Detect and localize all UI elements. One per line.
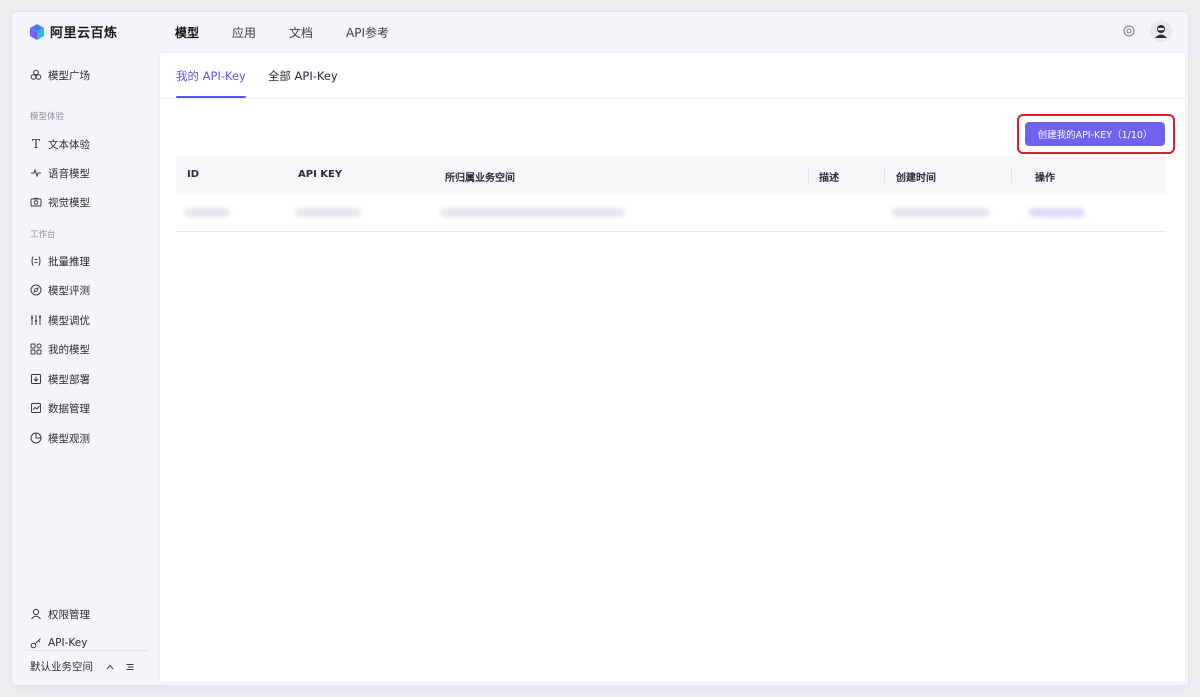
batch-icon [30,255,42,267]
topnav-docs[interactable]: 文档 [289,24,313,41]
user-icon [30,608,42,620]
sidebar-item-label: 文本体验 [48,138,90,151]
column-header-description: 描述 [819,173,839,184]
workspace-name: 默认业务空间 [30,661,93,673]
create-api-key-button[interactable]: 创建我的API-KEY（1/10） [1025,122,1165,146]
column-separator [884,167,885,183]
column-header-actions: 操作 [1035,173,1055,184]
avatar[interactable] [1150,20,1172,42]
sidebar-group-workbench: 工作台 [30,230,56,240]
camera-icon [30,196,42,208]
sliders-icon [30,314,42,326]
tabs-divider [160,98,1185,99]
sidebar-group-experience: 模型体验 [30,112,65,122]
sidebar-item-label: 模型部署 [48,373,90,386]
main-panel: 我的 API-Key 全部 API-Key 创建我的API-KEY（1/10） … [159,52,1186,683]
tab-all-api-key[interactable]: 全部 API-Key [268,53,338,98]
sidebar-item-model-plaza[interactable]: 模型广场 [30,66,90,84]
sidebar-item-label: 权限管理 [48,608,90,621]
deploy-icon [30,373,42,385]
column-separator [808,167,809,183]
sidebar-item-label: 我的模型 [48,343,90,356]
sidebar-item-my-models[interactable]: 我的模型 [30,340,90,358]
gear-icon[interactable] [1122,24,1136,38]
redacted-created-time [892,208,990,217]
sidebar-item-permission-manage[interactable]: 权限管理 [30,605,90,623]
topnav-api-reference[interactable]: API参考 [346,24,389,41]
column-header-api-key: API KEY [298,169,343,180]
table-header: ID API KEY 所归属业务空间 描述 创建时间 操作 [176,156,1166,194]
sidebar-item-label: 语音模型 [48,167,90,180]
chart-line-icon [30,402,42,414]
sidebar-item-data-manage[interactable]: 数据管理 [30,399,90,417]
topnav-model[interactable]: 模型 [175,24,199,41]
sidebar-item-label: API-Key [48,637,88,649]
sidebar-item-label: 模型广场 [48,69,90,82]
redacted-workspace [440,208,626,217]
redacted-action-link[interactable] [1029,208,1085,217]
sidebar-item-label: 模型调优 [48,314,90,327]
sidebar-item-label: 模型评测 [48,284,90,297]
brand[interactable]: 阿里云百炼 [28,22,118,41]
sidebar-item-label: 数据管理 [48,402,90,415]
api-key-table: ID API KEY 所归属业务空间 描述 创建时间 操作 [176,156,1166,232]
sidebar-item-model-eval[interactable]: 模型评测 [30,281,90,299]
redacted-api-key [294,208,362,217]
sidebar-item-voice-model[interactable]: 语音模型 [30,164,90,182]
top-nav: 模型 应用 文档 API参考 [175,12,422,52]
sidebar-item-vision-model[interactable]: 视觉模型 [30,193,90,211]
sidebar: 模型广场 模型体验 T 文本体验 语音模型 视觉模型 工作台 批量推理 模型评测… [12,52,158,685]
sidebar-item-model-tuning[interactable]: 模型调优 [30,311,90,329]
text-icon: T [31,137,40,151]
top-bar: 阿里云百炼 模型 应用 文档 API参考 [12,12,1188,52]
column-header-created-time: 创建时间 [896,173,936,184]
table-row [176,194,1166,232]
waveform-icon [30,167,42,179]
top-right-actions [1122,20,1172,42]
pie-chart-icon [30,432,42,444]
tab-my-api-key[interactable]: 我的 API-Key [176,53,246,98]
column-header-workspace: 所归属业务空间 [445,173,515,184]
compass-icon [30,284,42,296]
sidebar-item-batch-inference[interactable]: 批量推理 [30,252,90,270]
sidebar-item-label: 模型观测 [48,432,90,445]
sidebar-item-model-observe[interactable]: 模型观测 [30,429,90,447]
column-separator [1011,167,1012,183]
chevron-up-icon[interactable] [105,662,115,672]
sidebar-item-label: 批量推理 [48,255,90,268]
column-header-id: ID [187,169,200,180]
workspace-switcher[interactable]: 默认业务空间 [30,659,146,674]
list-menu-icon[interactable] [125,662,135,672]
sidebar-item-model-deploy[interactable]: 模型部署 [30,370,90,388]
plaza-icon [30,69,42,81]
app-window: 阿里云百炼 模型 应用 文档 API参考 模型广场 模型体验 T 文本体验 语音… [12,12,1188,685]
sidebar-item-label: 视觉模型 [48,196,90,209]
sidebar-item-text-experience[interactable]: T 文本体验 [30,135,90,153]
key-icon [30,637,42,649]
grid-icon [30,343,42,355]
brand-name: 阿里云百炼 [50,26,118,41]
user-avatar-icon [1155,25,1167,38]
bailian-logo-icon [30,23,44,40]
redacted-id [184,208,230,217]
topnav-app[interactable]: 应用 [232,24,256,41]
api-key-tabs: 我的 API-Key 全部 API-Key [176,53,360,98]
sidebar-divider [26,650,148,651]
